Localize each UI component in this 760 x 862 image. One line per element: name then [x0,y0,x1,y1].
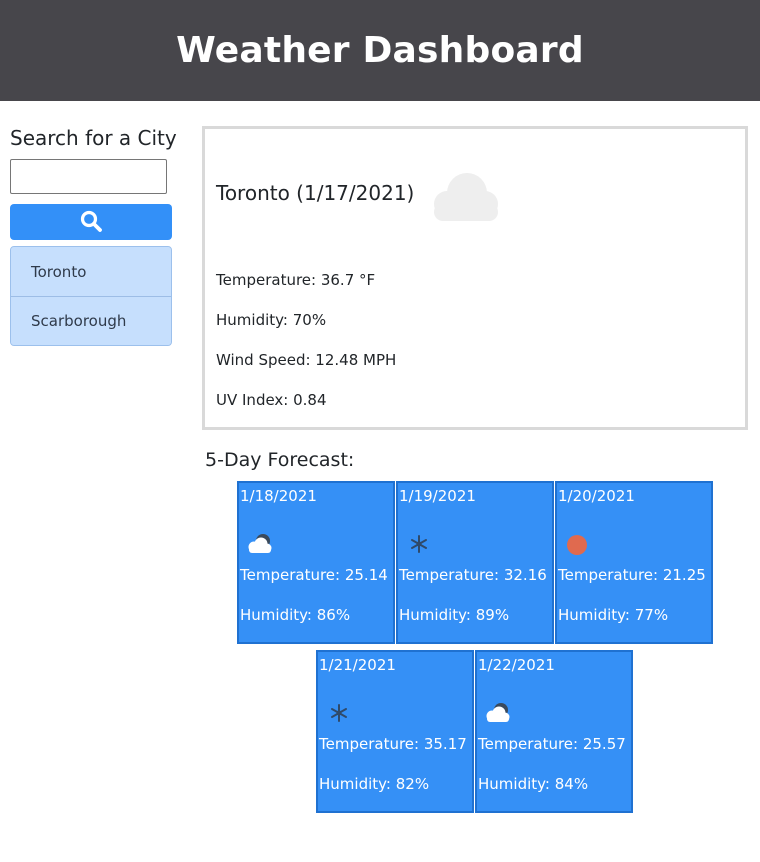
forecast-humidity: Humidity: 84% [478,775,589,793]
search-history-list: Toronto Scarborough [10,246,172,346]
history-item-scarborough[interactable]: Scarborough [11,296,171,345]
header-bar: Weather Dashboard [0,0,760,101]
forecast-humidity: Humidity: 77% [558,606,669,624]
search-button[interactable] [10,204,172,240]
current-wind-speed: Wind Speed: 12.48 MPH [216,351,397,369]
city-search-input[interactable] [10,159,167,194]
page-title: Weather Dashboard [176,30,584,71]
current-temperature: Temperature: 36.7 °F [216,271,376,289]
forecast-card: 1/20/2021 Temperature: 21.25 °F Humidity… [555,481,713,644]
current-weather-card: Toronto (1/17/2021) Temperature: 36.7 °F… [202,126,748,430]
snowflake-icon [408,533,430,559]
partly-cloudy-icon [483,702,513,728]
sun-icon [565,533,589,561]
search-title: Search for a City [10,126,177,150]
forecast-temperature: Temperature: 32.16 °F [399,566,554,584]
forecast-title: 5-Day Forecast: [205,449,355,471]
forecast-card: 1/19/2021 Temperature: 32.16 °F Humidity… [396,481,554,644]
forecast-humidity: Humidity: 82% [319,775,430,793]
snowflake-icon [328,702,350,728]
forecast-date: 1/18/2021 [240,487,317,505]
history-item-toronto[interactable]: Toronto [11,247,171,296]
forecast-temperature: Temperature: 25.14 °F [240,566,395,584]
forecast-card: 1/22/2021 Temperature: 25.57 °F Humidity… [475,650,633,813]
search-icon [79,209,103,236]
cloud-icon [425,171,505,227]
forecast-humidity: Humidity: 89% [399,606,510,624]
current-uv-index: UV Index: 0.84 [216,391,327,409]
forecast-temperature: Temperature: 25.57 °F [478,735,633,753]
partly-cloudy-icon [245,533,275,559]
forecast-humidity: Humidity: 86% [240,606,351,624]
forecast-date: 1/20/2021 [558,487,635,505]
forecast-date: 1/21/2021 [319,656,396,674]
current-humidity: Humidity: 70% [216,311,327,329]
forecast-card: 1/21/2021 Temperature: 35.17 °F Humidity… [316,650,474,813]
forecast-card: 1/18/2021 Temperature: 25.14 °F Humidity… [237,481,395,644]
forecast-date: 1/19/2021 [399,487,476,505]
forecast-date: 1/22/2021 [478,656,555,674]
forecast-temperature: Temperature: 21.25 °F [558,566,713,584]
forecast-temperature: Temperature: 35.17 °F [319,735,474,753]
current-city-title: Toronto (1/17/2021) [216,181,415,205]
